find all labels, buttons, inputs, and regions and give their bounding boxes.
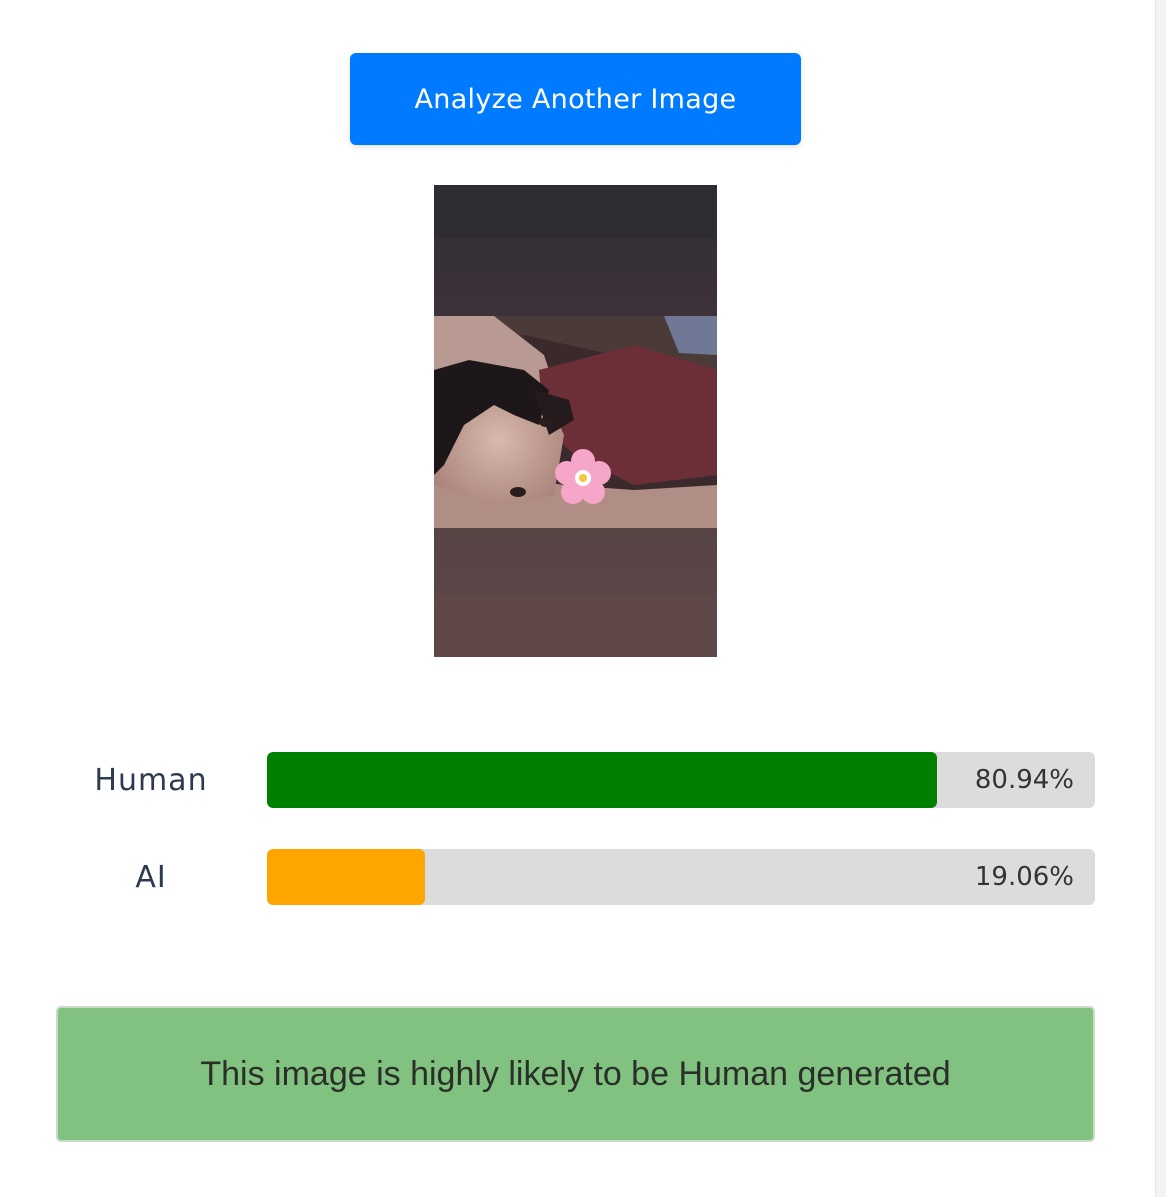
probability-value: 80.94%: [974, 765, 1074, 795]
result-label: Human: [94, 763, 208, 798]
probability-bar-fill: [267, 752, 938, 808]
uploaded-image-preview: [434, 185, 717, 657]
probability-bar-fill: [267, 849, 425, 905]
probability-value: 19.06%: [974, 862, 1074, 892]
result-label: AI: [135, 860, 167, 895]
probability-bar-track: 80.94%: [267, 752, 1095, 808]
probability-bar-track: 19.06%: [267, 849, 1095, 905]
result-row-ai: AI 19.06%: [60, 849, 1100, 907]
result-row-human: Human 80.94%: [60, 752, 1100, 810]
page-edge-scrollbar: [1155, 0, 1166, 1197]
verdict-banner: This image is highly likely to be Human …: [56, 1006, 1095, 1142]
analyze-another-image-button[interactable]: Analyze Another Image: [350, 53, 801, 145]
